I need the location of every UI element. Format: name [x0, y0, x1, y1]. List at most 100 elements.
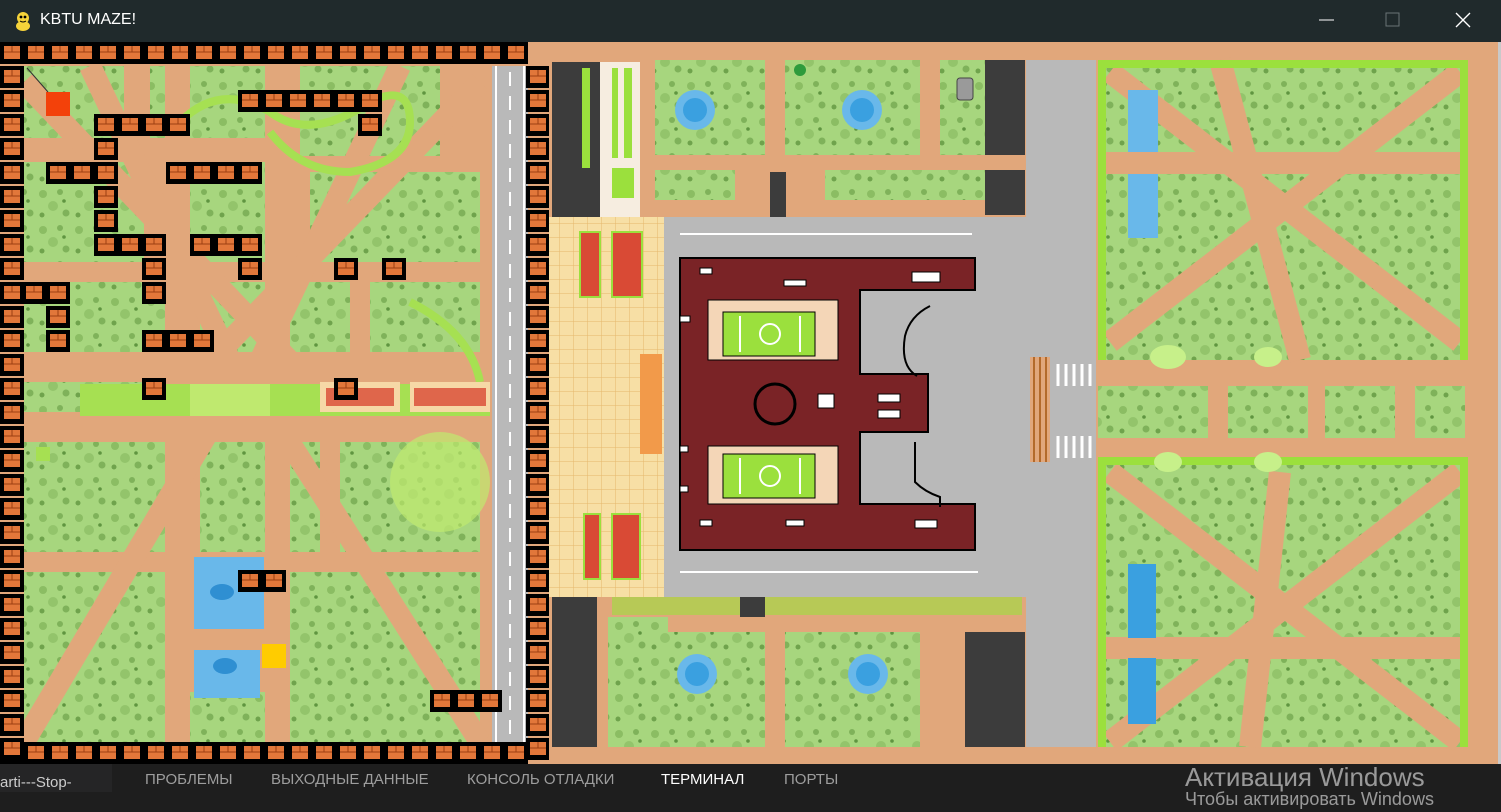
- tab-terminal[interactable]: ТЕРМИНАЛ: [661, 771, 744, 788]
- minimize-icon: [1319, 19, 1334, 21]
- wall-brick: [95, 42, 121, 65]
- wall-brick: [383, 741, 409, 764]
- wall-brick: [311, 741, 337, 764]
- wall-brick: [0, 449, 25, 473]
- wall-brick: [525, 233, 551, 257]
- goal-square: [262, 644, 286, 668]
- wall-brick: [525, 281, 551, 305]
- wall-brick: [239, 42, 265, 65]
- wall-brick: [525, 305, 551, 329]
- wall-brick: [503, 42, 529, 65]
- tab-ports[interactable]: ПОРТЫ: [784, 771, 838, 788]
- wall-brick: [0, 569, 25, 593]
- wall-brick: [0, 497, 25, 521]
- wall-brick: [285, 89, 311, 113]
- game-canvas[interactable]: [0, 42, 1501, 764]
- wall-brick: [477, 689, 503, 713]
- sidebar-snippet: arti---Stop-: [0, 764, 112, 792]
- wall-brick: [119, 741, 145, 764]
- tab-problems[interactable]: ПРОБЛЕМЫ: [145, 771, 233, 788]
- wall-brick: [93, 233, 119, 257]
- wall-brick: [407, 741, 433, 764]
- wall-brick: [93, 137, 119, 161]
- wall-brick: [261, 569, 287, 593]
- wall-brick: [0, 713, 25, 737]
- wall-brick: [383, 42, 409, 65]
- wall-brick: [333, 89, 359, 113]
- wall-brick: [263, 741, 289, 764]
- maximize-button[interactable]: [1369, 0, 1415, 42]
- wall-brick: [0, 113, 25, 137]
- wall-brick: [525, 161, 551, 185]
- wall-brick: [335, 42, 361, 65]
- wall-brick: [189, 329, 215, 353]
- wall-brick: [525, 89, 551, 113]
- wall-brick: [525, 353, 551, 377]
- wall-brick: [141, 281, 167, 305]
- wall-brick: [0, 305, 25, 329]
- wall-brick: [455, 42, 481, 65]
- wall-brick: [525, 593, 551, 617]
- wall-brick: [0, 377, 25, 401]
- wall-brick: [453, 689, 479, 713]
- wall-brick: [45, 161, 71, 185]
- wall-brick: [189, 161, 215, 185]
- wall-brick: [165, 329, 191, 353]
- wall-brick: [45, 329, 71, 353]
- wall-brick: [503, 741, 529, 764]
- wall-brick: [23, 42, 49, 65]
- wall-brick: [237, 257, 263, 281]
- wall-brick: [71, 42, 97, 65]
- wall-brick: [117, 233, 143, 257]
- wall-brick: [525, 257, 551, 281]
- wall-brick: [431, 42, 457, 65]
- wall-brick: [119, 42, 145, 65]
- wall-brick: [525, 737, 551, 761]
- wall-brick: [143, 741, 169, 764]
- campus-area: [549, 42, 1501, 764]
- player-square: [46, 92, 70, 116]
- wall-brick: [0, 665, 25, 689]
- wall-brick: [0, 233, 25, 257]
- wall-brick: [525, 617, 551, 641]
- wall-brick: [23, 741, 49, 764]
- wall-brick: [525, 713, 551, 737]
- wall-brick: [525, 401, 551, 425]
- wall-brick: [525, 65, 551, 89]
- wall-brick: [165, 161, 191, 185]
- wall-brick: [0, 545, 25, 569]
- wall-brick: [357, 89, 383, 113]
- close-button[interactable]: [1440, 0, 1486, 42]
- wall-brick: [93, 185, 119, 209]
- wall-brick: [167, 42, 193, 65]
- pygame-snake-icon: [16, 12, 30, 31]
- wall-brick: [191, 741, 217, 764]
- wall-brick: [47, 42, 73, 65]
- tab-output[interactable]: ВЫХОДНЫЕ ДАННЫЕ: [271, 771, 429, 788]
- wall-brick: [191, 42, 217, 65]
- wall-brick: [407, 42, 433, 65]
- wall-brick: [525, 449, 551, 473]
- wall-brick: [261, 89, 287, 113]
- wall-brick: [0, 185, 25, 209]
- minimize-button[interactable]: [1302, 0, 1348, 42]
- wall-brick: [117, 113, 143, 137]
- wall-brick: [189, 233, 215, 257]
- wall-brick: [431, 741, 457, 764]
- wall-brick: [141, 233, 167, 257]
- wall-brick: [0, 401, 25, 425]
- wall-brick: [311, 42, 337, 65]
- wall-brick: [0, 209, 25, 233]
- wall-brick: [0, 65, 25, 89]
- wall-brick: [525, 569, 551, 593]
- wall-brick: [359, 741, 385, 764]
- close-icon: [1455, 12, 1471, 28]
- wall-brick: [69, 161, 95, 185]
- wall-brick: [479, 741, 505, 764]
- wall-brick: [215, 741, 241, 764]
- window-title: KBTU MAZE!: [40, 11, 137, 28]
- tab-debug-console[interactable]: КОНСОЛЬ ОТЛАДКИ: [467, 771, 614, 788]
- wall-brick: [287, 741, 313, 764]
- wall-brick: [525, 425, 551, 449]
- wall-brick: [215, 42, 241, 65]
